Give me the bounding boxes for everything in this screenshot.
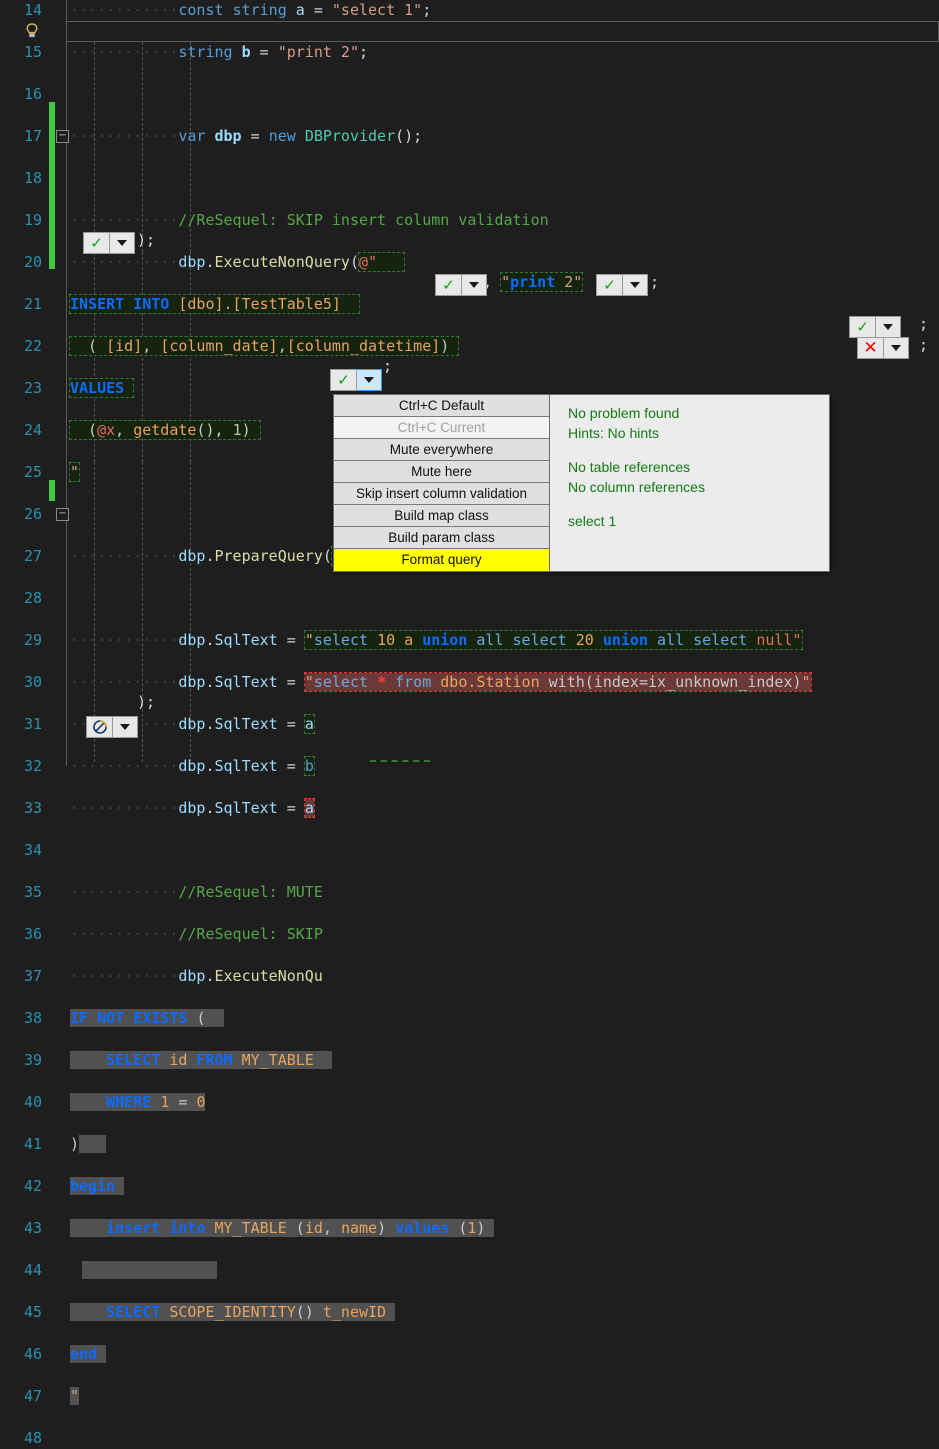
resequel-status-button-line25[interactable]: ✓ xyxy=(83,232,135,254)
code-fragment: , "print 2" xyxy=(483,272,584,292)
info-line-hints: Hints: No hints xyxy=(568,425,660,441)
menu-item-mute-here[interactable]: Mute here xyxy=(334,461,549,483)
dropdown-button[interactable] xyxy=(113,716,138,738)
code-fragment: ; xyxy=(919,315,929,333)
chevron-down-icon xyxy=(117,240,127,246)
code-fragment: ; xyxy=(383,357,393,375)
chevron-down-icon xyxy=(469,282,479,288)
validate-ok-button[interactable]: ✓ xyxy=(83,232,110,254)
chevron-down-icon xyxy=(891,345,901,351)
resequel-status-button-line27b[interactable]: ✓ xyxy=(596,274,648,296)
dropdown-button[interactable] xyxy=(462,274,487,296)
dropdown-button[interactable] xyxy=(110,232,135,254)
code-editor[interactable]: − − 14 15 16 17 18 19 20 21 22 23 24 25 26 27 28 29 30 31… xyxy=(0,0,939,1447)
validate-ok-button[interactable]: ✓ xyxy=(330,369,357,391)
tick-icon: ✓ xyxy=(442,275,455,294)
tick-icon: ✓ xyxy=(856,317,869,336)
info-line-column-refs: No column references xyxy=(568,479,705,495)
menu-item-ctrl-c-default[interactable]: Ctrl+C Default xyxy=(334,395,549,417)
resequel-popup[interactable]: Ctrl+C Default Ctrl+C Current Mute every… xyxy=(333,394,830,572)
resequel-status-button-line47[interactable] xyxy=(86,716,138,738)
tick-icon: ✓ xyxy=(603,275,616,294)
tick-icon: ✓ xyxy=(90,233,103,252)
mute-button[interactable] xyxy=(86,716,113,738)
validate-ok-button[interactable]: ✓ xyxy=(596,274,623,296)
menu-item-build-param-class[interactable]: Build param class xyxy=(334,527,549,549)
cross-icon: ✕ xyxy=(863,337,878,358)
info-line-no-problem: No problem found xyxy=(568,405,680,421)
resequel-status-button-line29[interactable]: ✓ xyxy=(849,316,901,338)
resequel-status-button-line27a[interactable]: ✓ xyxy=(435,274,487,296)
tick-icon: ✓ xyxy=(337,370,350,389)
chevron-down-icon xyxy=(630,282,640,288)
info-line-query-text: select 1 xyxy=(568,513,617,529)
chevron-down-icon xyxy=(120,724,130,730)
chevron-down-icon xyxy=(883,324,893,330)
menu-item-mute-everywhere[interactable]: Mute everywhere xyxy=(334,439,549,461)
validate-ok-button[interactable]: ✓ xyxy=(849,316,876,338)
resequel-status-button-line31[interactable]: ✓ xyxy=(330,369,382,391)
dropdown-button[interactable] xyxy=(876,316,901,338)
validate-error-button[interactable]: ✕ xyxy=(857,337,884,359)
context-menu[interactable]: Ctrl+C Default Ctrl+C Current Mute every… xyxy=(333,394,550,572)
menu-item-ctrl-c-current: Ctrl+C Current xyxy=(334,417,549,439)
menu-item-skip-insert-column-validation[interactable]: Skip insert column validation xyxy=(334,483,549,505)
dropdown-button[interactable] xyxy=(884,337,909,359)
validate-ok-button[interactable]: ✓ xyxy=(435,274,462,296)
resequel-status-button-line30[interactable]: ✕ xyxy=(857,337,909,359)
mute-icon xyxy=(92,720,107,734)
info-line-table-refs: No table references xyxy=(568,459,691,475)
menu-item-build-map-class[interactable]: Build map class xyxy=(334,505,549,527)
code-fragment: ); xyxy=(137,693,156,711)
sql-region-edge xyxy=(370,760,430,768)
menu-item-format-query[interactable]: Format query xyxy=(334,549,549,571)
line-number-column: 14 15 16 17 18 19 20 21 22 23 24 25 26 27 28 29 30 31 32 33… xyxy=(0,0,939,1447)
code-fragment: ); xyxy=(137,231,156,249)
info-panel: No problem found Hints: No hints No tabl… xyxy=(550,394,830,572)
dropdown-button-active[interactable] xyxy=(357,369,382,391)
chevron-down-icon xyxy=(364,377,374,383)
dropdown-button[interactable] xyxy=(623,274,648,296)
code-fragment: ; xyxy=(919,336,929,354)
